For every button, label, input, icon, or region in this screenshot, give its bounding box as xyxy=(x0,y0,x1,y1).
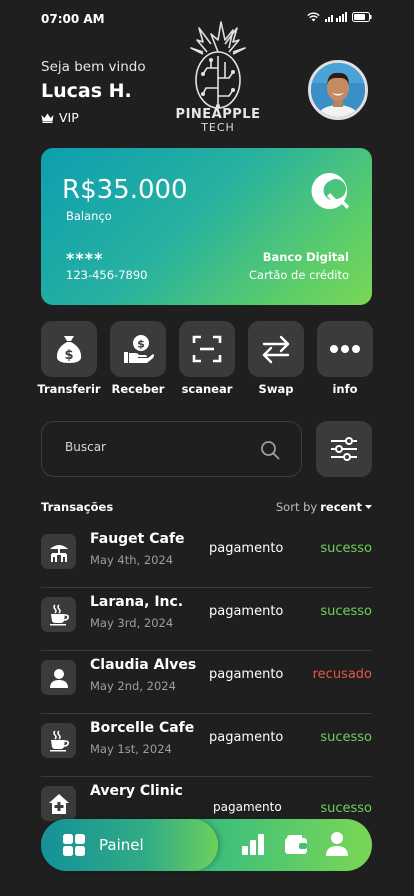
info-label: info xyxy=(332,382,358,396)
status-badge: sucesso xyxy=(320,541,372,556)
info-button[interactable] xyxy=(317,321,373,377)
card-bank: Banco Digital xyxy=(262,250,349,264)
wallet-icon[interactable] xyxy=(284,832,308,856)
status-badge: recusado xyxy=(312,667,372,682)
status-icons xyxy=(307,12,372,22)
transactions-title: Transações xyxy=(41,500,114,514)
search-icon[interactable] xyxy=(260,440,280,460)
avatar[interactable] xyxy=(308,60,368,120)
sort-prefix: Sort by xyxy=(275,500,318,514)
card-balance: R$35.000 xyxy=(62,175,188,205)
search-input[interactable] xyxy=(65,440,245,454)
clinic-icon xyxy=(48,793,69,814)
receive-label: Receber xyxy=(111,382,165,396)
logo-subname: TECH xyxy=(201,121,235,134)
row-icon xyxy=(41,534,76,569)
dashboard-grid-icon xyxy=(63,834,85,856)
table-row[interactable]: Borcelle Cafe May 1st, 2024 pagamento su… xyxy=(41,714,372,777)
logo-name: PINEAPPLE xyxy=(175,107,261,122)
bank-logo-icon xyxy=(311,172,349,209)
status-badge: sucesso xyxy=(320,730,372,745)
row-type: pagamento xyxy=(209,541,284,556)
coffee-cup-icon xyxy=(49,603,69,625)
receive-money-icon: $ xyxy=(124,335,154,363)
receive-button[interactable]: $ xyxy=(110,321,166,377)
transfer-label: Transferir xyxy=(37,382,101,396)
nav-dashboard-label: Painel xyxy=(99,836,144,854)
cafe-table-icon xyxy=(49,544,68,562)
sliders-icon xyxy=(331,437,357,461)
more-dots-icon xyxy=(330,345,360,353)
row-icon xyxy=(41,660,76,695)
row-date: May 1st, 2024 xyxy=(90,742,172,756)
profile-icon[interactable] xyxy=(325,831,349,857)
row-name: Larana, Inc. xyxy=(90,594,184,610)
swap-button[interactable] xyxy=(248,321,304,377)
card-balance-label: Balanço xyxy=(66,209,112,223)
welcome-text: Seja bem vindo xyxy=(41,59,146,75)
caret-down-icon xyxy=(365,504,372,509)
row-date: May 4th, 2024 xyxy=(90,553,174,567)
avatar-photo xyxy=(311,63,365,117)
table-row[interactable]: Fauget Cafe May 4th, 2024 pagamento suce… xyxy=(41,525,372,588)
search-box xyxy=(41,421,302,477)
crown-icon xyxy=(41,113,54,123)
row-name: Claudia Alves xyxy=(90,657,197,673)
sort-dropdown[interactable]: Sort by recent xyxy=(276,500,372,514)
row-icon xyxy=(41,786,76,821)
svg-text:$: $ xyxy=(64,348,73,363)
status-time: 07:00 AM xyxy=(41,12,105,26)
user-name: Lucas H. xyxy=(41,80,132,102)
money-bag-icon: $ xyxy=(56,336,82,363)
row-type: pagamento xyxy=(209,730,284,745)
row-name: Avery Clinic xyxy=(90,783,183,799)
status-badge: sucesso xyxy=(320,801,372,816)
table-row[interactable]: Claudia Alves May 2nd, 2024 pagamento re… xyxy=(41,651,372,714)
signal-icon xyxy=(325,12,347,22)
swap-label: Swap xyxy=(258,382,294,396)
bar-chart-icon[interactable] xyxy=(241,832,265,856)
status-badge: sucesso xyxy=(320,604,372,619)
row-type: pagamento xyxy=(213,800,282,814)
swap-icon xyxy=(262,335,290,364)
coffee-cup-icon xyxy=(49,729,69,751)
sort-value: recent xyxy=(320,500,362,514)
wifi-icon xyxy=(307,12,320,22)
svg-text:$: $ xyxy=(137,338,145,351)
row-type: pagamento xyxy=(209,667,284,682)
row-date: May 3rd, 2024 xyxy=(90,616,174,630)
scan-icon xyxy=(192,335,222,363)
row-name: Borcelle Cafe xyxy=(90,720,195,736)
card-type: Cartão de crédito xyxy=(249,268,349,282)
table-row[interactable]: Larana, Inc. May 3rd, 2024 pagamento suc… xyxy=(41,588,372,651)
vip-label: VIP xyxy=(59,110,79,125)
person-icon xyxy=(49,668,68,688)
vip-badge: VIP xyxy=(41,110,79,125)
scan-button[interactable] xyxy=(179,321,235,377)
nav-dashboard[interactable]: Painel xyxy=(41,819,218,871)
filter-button[interactable] xyxy=(316,421,372,477)
card-masked: **** xyxy=(66,249,104,268)
row-icon xyxy=(41,723,76,758)
battery-icon xyxy=(352,12,372,22)
scan-label: scanear xyxy=(181,382,233,396)
row-name: Fauget Cafe xyxy=(90,531,185,547)
row-icon xyxy=(41,597,76,632)
row-type: pagamento xyxy=(209,604,284,619)
row-date: May 2nd, 2024 xyxy=(90,679,176,693)
transfer-button[interactable]: $ xyxy=(41,321,97,377)
card-number: 123-456-7890 xyxy=(66,268,148,282)
